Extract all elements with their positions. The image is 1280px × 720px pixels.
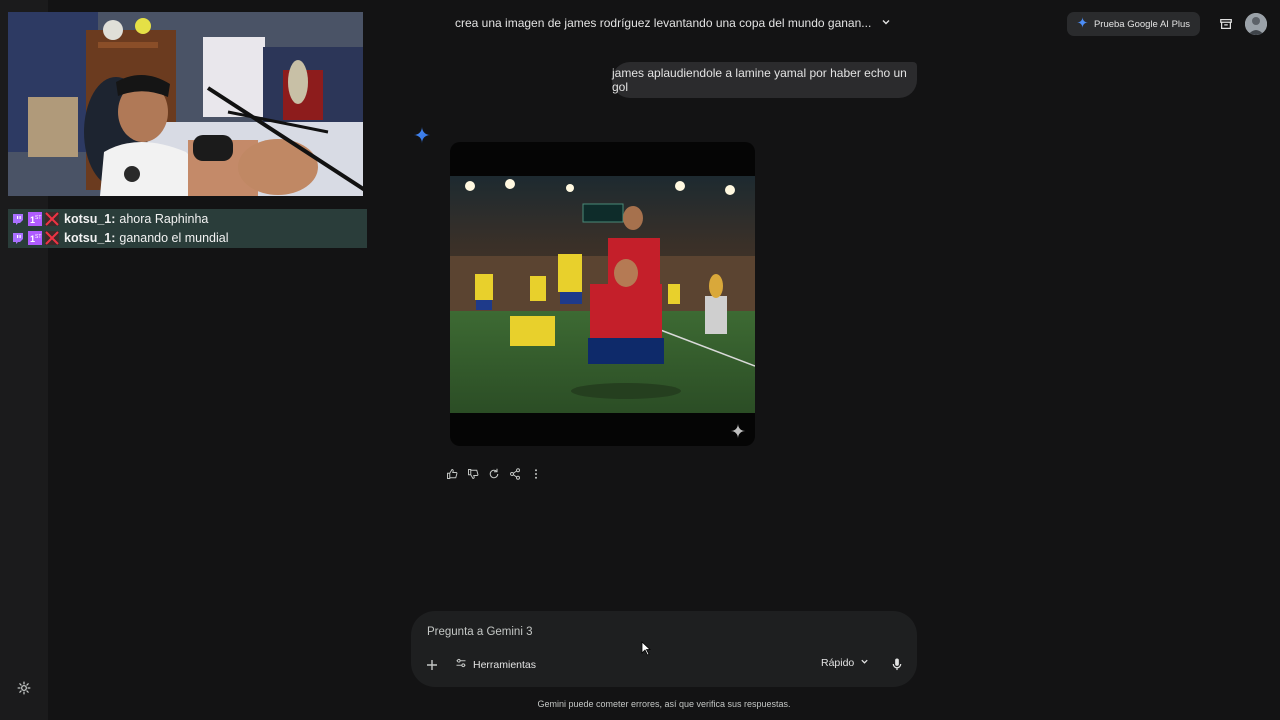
mouse-cursor-icon: [641, 641, 652, 661]
first-badge-icon: 1 ST: [28, 211, 42, 226]
chat-username: kotsu_1:: [64, 230, 116, 245]
generated-image[interactable]: [450, 176, 755, 413]
gemini-spark-icon: [1076, 17, 1088, 31]
avatar[interactable]: [1245, 13, 1267, 35]
tools-label: Herramientas: [473, 658, 537, 671]
temporary-chat-icon[interactable]: [1217, 15, 1235, 33]
webcam-overlay: [8, 12, 363, 196]
chat-message: ganando el mundial: [119, 230, 229, 245]
mode-label: Rápido: [821, 657, 855, 669]
conversation-title-text: crea una imagen de james rodríguez levan…: [455, 16, 872, 30]
user-message-text: james aplaudiendole a lamine yamal por h…: [612, 66, 907, 94]
stream-chat-overlay: 1 ST kotsu_1: ahora Raphinha 1 ST kotsu_1:…: [8, 209, 367, 248]
model-mode-selector[interactable]: Rápido: [821, 657, 869, 669]
tools-icon: [455, 657, 467, 672]
thumbs-down-icon[interactable]: [465, 466, 480, 481]
svg-text:ST: ST: [35, 215, 41, 221]
try-ai-plus-button[interactable]: Prueba Google AI Plus: [1067, 12, 1200, 36]
prompt-input[interactable]: Pregunta a Gemini 3: [427, 626, 532, 638]
settings-icon[interactable]: [14, 678, 34, 698]
microphone-icon[interactable]: [889, 656, 905, 672]
chat-message: ahora Raphinha: [119, 211, 209, 226]
chat-line: 1 ST kotsu_1: ahora Raphinha: [8, 209, 367, 228]
twitch-icon: [11, 231, 25, 245]
regenerate-icon[interactable]: [486, 466, 501, 481]
user-message: james aplaudiendole a lamine yamal por h…: [612, 62, 917, 98]
chat-username: kotsu_1:: [64, 211, 116, 226]
conversation-title[interactable]: crea una imagen de james rodríguez levan…: [455, 16, 891, 30]
svg-text:ST: ST: [35, 234, 41, 240]
tools-button[interactable]: Herramientas: [455, 657, 536, 672]
prompt-composer: Pregunta a Gemini 3 Herramientas Rápido: [411, 611, 917, 687]
add-icon[interactable]: [423, 656, 441, 674]
share-icon[interactable]: [507, 466, 522, 481]
try-ai-plus-label: Prueba Google AI Plus: [1093, 18, 1191, 30]
response-actions: [444, 466, 543, 481]
ai-generated-mark-icon: [729, 422, 747, 440]
chat-line: 1 ST kotsu_1: ganando el mundial: [8, 228, 367, 247]
generated-image-card[interactable]: [450, 142, 755, 446]
disclaimer: Gemini puede cometer errores, así que ve…: [537, 699, 791, 709]
gemini-spark-icon: [412, 125, 432, 145]
chevron-down-icon: [881, 16, 891, 30]
sub-badge-icon: [45, 230, 59, 245]
first-badge-icon: 1 ST: [28, 230, 42, 245]
chevron-down-icon: [860, 657, 869, 669]
sub-badge-icon: [45, 211, 59, 226]
twitch-icon: [11, 212, 25, 226]
more-vert-icon[interactable]: [528, 466, 543, 481]
thumbs-up-icon[interactable]: [444, 466, 459, 481]
